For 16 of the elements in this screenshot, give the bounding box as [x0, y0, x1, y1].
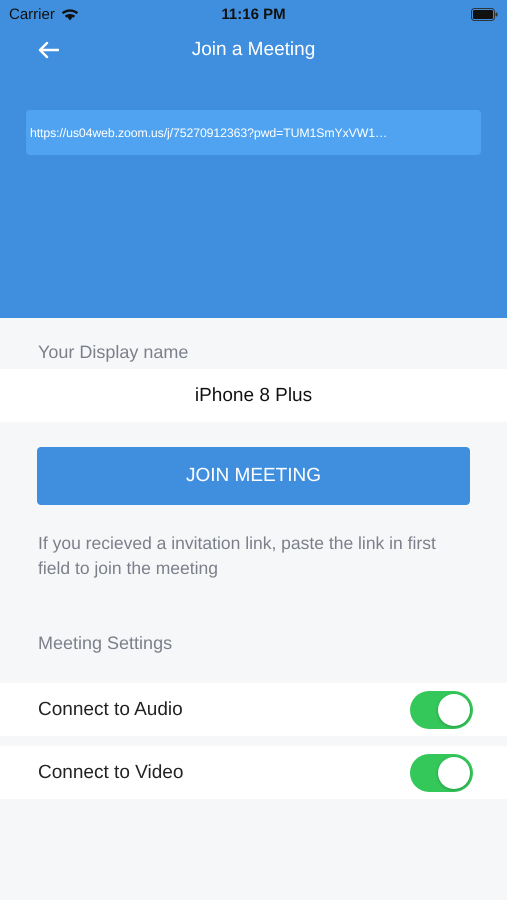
field-label: Your Display name — [37, 341, 190, 364]
screen-title: Join a Meeting — [192, 39, 316, 61]
hint-text: If you recieved a invitation link, paste the link in first field to join the meeting — [38, 532, 437, 580]
toggle-switch[interactable] — [410, 690, 473, 728]
meeting-link-field[interactable]: https://us04web.zoom.us/j/75270912363?pwd=TUM1SmYxVW1… — [26, 110, 481, 155]
section-title: Meeting Settings — [37, 632, 174, 655]
battery-icon — [471, 8, 498, 20]
status-time: 11:16 PM — [221, 6, 286, 22]
setting-label: Connect to Audio — [38, 698, 183, 720]
display-name-field[interactable]: iPhone 8 Plus — [0, 369, 507, 422]
toggle-switch[interactable] — [410, 754, 473, 792]
join-meeting-button[interactable]: JOIN MEETING — [37, 447, 470, 505]
setting-label: Connect to Video — [38, 762, 184, 784]
carrier-label: Carrier — [9, 6, 55, 22]
wifi-icon — [60, 8, 79, 20]
back-arrow-icon[interactable] — [37, 41, 59, 59]
